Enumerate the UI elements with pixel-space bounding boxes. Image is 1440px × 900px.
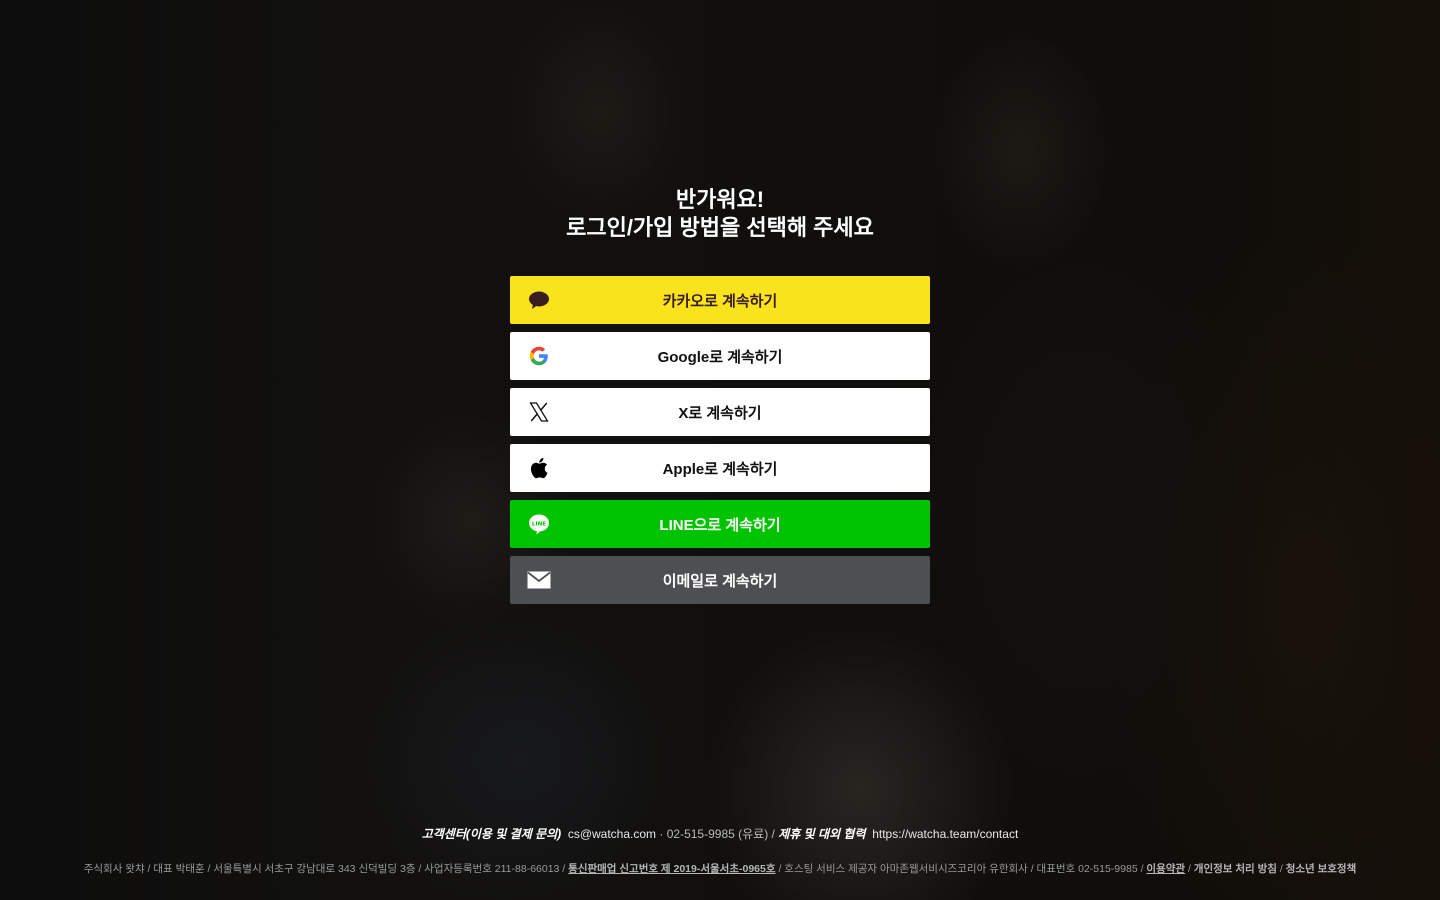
footer-legal: 주식회사 왓챠 / 대표 박태훈 / 서울특별시 서초구 강남대로 343 신덕… (0, 862, 1440, 876)
kakao-chat-bubble-icon (527, 288, 551, 312)
apple-login-label: Apple로 계속하기 (662, 460, 778, 478)
greeting-line-2: 로그인/가입 방법을 선택해 주세요 (566, 215, 874, 240)
footer-separator: / (771, 827, 775, 841)
google-login-label: Google로 계속하기 (657, 348, 783, 366)
line-login-label: LINE으로 계속하기 (659, 516, 781, 534)
login-options: 카카오로 계속하기 Google로 계속하기 X로 계속하기 Apple로 계속… (510, 276, 930, 612)
support-label: 고객센터(이용 및 결제 문의) (421, 827, 562, 841)
x-login-label: X로 계속하기 (678, 404, 762, 422)
login-content: 반가워요! 로그인/가입 방법을 선택해 주세요 카카오로 계속하기 Googl… (0, 0, 1440, 900)
ecommerce-registration-link[interactable]: 통신판매업 신고번호 제 2019-서울서초-0965호 (568, 863, 775, 875)
google-g-icon (527, 344, 551, 368)
greeting-line-1: 반가워요! (675, 187, 765, 212)
kakao-login-label: 카카오로 계속하기 (662, 292, 778, 310)
x-login-button[interactable]: X로 계속하기 (510, 388, 930, 436)
terms-link[interactable]: 이용약관 (1146, 863, 1185, 875)
line-login-button[interactable]: LINE LINE으로 계속하기 (510, 500, 930, 548)
apple-login-button[interactable]: Apple로 계속하기 (510, 444, 930, 492)
privacy-policy-link[interactable]: 개인정보 처리 방침 (1194, 863, 1277, 875)
apple-logo-icon (527, 456, 551, 480)
separator-dot: · (659, 827, 664, 841)
support-phone: 02-515-9985 (유료) (666, 827, 769, 841)
greeting-heading: 반가워요! 로그인/가입 방법을 선택해 주세요 (0, 186, 1440, 242)
google-login-button[interactable]: Google로 계속하기 (510, 332, 930, 380)
login-page: 반가워요! 로그인/가입 방법을 선택해 주세요 카카오로 계속하기 Googl… (0, 0, 1440, 900)
envelope-icon (527, 568, 551, 592)
legal-separator-2: / (1279, 863, 1283, 875)
line-logo-icon: LINE (527, 512, 551, 536)
hosting-info: / 호스팅 서비스 제공자 아마존웹서비시즈코리아 유한회사 / 대표번호 02… (778, 863, 1144, 875)
legal-separator-1: / (1187, 863, 1191, 875)
youth-policy-link[interactable]: 청소년 보호정책 (1286, 863, 1357, 875)
email-login-button[interactable]: 이메일로 계속하기 (510, 556, 930, 604)
partnership-label: 제휴 및 대외 협력 (778, 827, 866, 841)
email-login-label: 이메일로 계속하기 (662, 572, 778, 590)
x-logo-icon (527, 400, 551, 424)
svg-text:LINE: LINE (532, 521, 546, 527)
kakao-login-button[interactable]: 카카오로 계속하기 (510, 276, 930, 324)
footer-contact: 고객센터(이용 및 결제 문의) cs@watcha.com · 02-515-… (0, 826, 1440, 842)
support-email-link[interactable]: cs@watcha.com (568, 827, 656, 841)
partnership-link[interactable]: https://watcha.team/contact (872, 827, 1018, 841)
company-info: 주식회사 왓챠 / 대표 박태훈 / 서울특별시 서초구 강남대로 343 신덕… (83, 863, 566, 875)
